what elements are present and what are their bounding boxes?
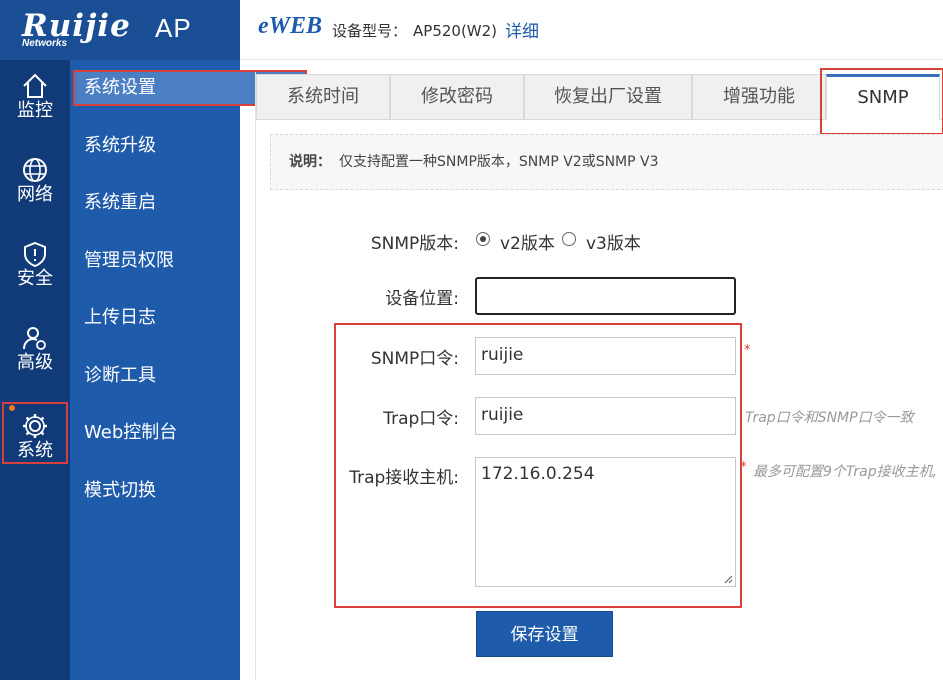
note-label: 说明： bbox=[289, 154, 331, 170]
note-text: 仅支持配置一种SNMP版本，SNMP V2或SNMP V3 bbox=[339, 154, 659, 170]
brand-logo-bar: Ruijie Networks AP bbox=[0, 0, 240, 60]
system-gear-icon bbox=[23, 414, 47, 438]
notification-dot bbox=[9, 405, 15, 411]
device-model: 设备型号： AP520(W2) bbox=[332, 20, 497, 41]
save-settings-button[interactable]: 保存设置 bbox=[476, 611, 613, 657]
product-name: AP bbox=[155, 13, 192, 43]
subnav-item-system-reboot[interactable]: 系统重启 bbox=[84, 185, 234, 221]
trap-host-label: Trap接收主机: bbox=[349, 468, 459, 488]
resize-handle-icon[interactable] bbox=[723, 574, 733, 584]
required-mark: * bbox=[744, 343, 751, 358]
snmp-community-label: SNMP口令: bbox=[370, 349, 459, 369]
radio-snmp-v2[interactable] bbox=[476, 232, 490, 246]
networks-logo-text: Networks bbox=[22, 38, 68, 49]
monitor-home-icon bbox=[23, 73, 47, 98]
subnav-item-diagnostic-tools[interactable]: 诊断工具 bbox=[84, 358, 234, 394]
advanced-user-icon bbox=[23, 327, 46, 350]
trap-host-value: 172.16.0.254 bbox=[481, 464, 595, 484]
nav-item-network[interactable]: 网络 bbox=[0, 148, 70, 210]
nav-item-system[interactable]: 系统 bbox=[2, 402, 68, 464]
nav-item-label: 系统 bbox=[17, 440, 53, 461]
nav-item-label: 高级 bbox=[17, 352, 53, 373]
device-location-input[interactable] bbox=[475, 277, 736, 315]
detail-link[interactable]: 详细 bbox=[505, 17, 539, 42]
tab-snmp[interactable]: SNMP bbox=[826, 74, 940, 120]
snmp-community-input[interactable]: ruijie bbox=[475, 337, 736, 375]
device-model-label: 设备型号： bbox=[332, 22, 408, 40]
subnav-item-web-console[interactable]: Web控制台 bbox=[84, 415, 234, 451]
tab-factory-reset[interactable]: 恢复出厂设置 bbox=[524, 74, 692, 120]
subnav-item-system-upgrade[interactable]: 系统升级 bbox=[84, 128, 234, 164]
subnav-item-admin-permission[interactable]: 管理员权限 bbox=[84, 243, 234, 279]
nav-item-label: 网络 bbox=[17, 184, 53, 205]
radio-snmp-v3-label[interactable]: v3版本 bbox=[586, 229, 641, 254]
nav-item-advanced[interactable]: 高级 bbox=[0, 316, 70, 378]
nav-item-security[interactable]: 安全 bbox=[0, 232, 70, 294]
eweb-logo: eWEB bbox=[258, 13, 323, 39]
tab-bar: 系统时间 修改密码 恢复出厂设置 增强功能 SNMP bbox=[256, 68, 943, 135]
trap-community-hint: Trap口令和SNMP口令一致 bbox=[745, 410, 914, 426]
subnav-item-upload-log[interactable]: 上传日志 bbox=[84, 300, 234, 336]
radio-snmp-v2-label[interactable]: v2版本 bbox=[500, 229, 555, 254]
info-note: 说明： 仅支持配置一种SNMP版本，SNMP V2或SNMP V3 bbox=[270, 134, 943, 190]
radio-snmp-v3[interactable] bbox=[562, 232, 576, 246]
secondary-nav: 系统设置 系统升级 系统重启 管理员权限 上传日志 诊断工具 Web控制台 模式… bbox=[70, 60, 307, 680]
top-header: eWEB 设备型号： AP520(W2) 详细 bbox=[240, 0, 943, 60]
tab-system-time[interactable]: 系统时间 bbox=[256, 74, 390, 120]
snmp-version-label: SNMP版本: bbox=[370, 234, 459, 254]
main-content: 系统时间 修改密码 恢复出厂设置 增强功能 SNMP 说明： 仅支持配置一种SNM… bbox=[255, 68, 943, 680]
trap-community-label: Trap口令: bbox=[383, 409, 459, 429]
nav-item-label: 安全 bbox=[17, 268, 53, 289]
network-globe-icon bbox=[23, 158, 47, 182]
nav-item-label: 监控 bbox=[17, 100, 53, 121]
tab-change-password[interactable]: 修改密码 bbox=[390, 74, 524, 120]
primary-nav: 监控 网络 安全 高级 系统 bbox=[0, 60, 70, 680]
trap-host-textarea[interactable]: 172.16.0.254 bbox=[475, 457, 736, 587]
device-location-label: 设备位置: bbox=[385, 289, 459, 309]
required-mark: * bbox=[740, 460, 747, 475]
subnav-item-mode-switch[interactable]: 模式切换 bbox=[84, 473, 234, 509]
nav-item-monitor[interactable]: 监控 bbox=[0, 64, 70, 126]
security-shield-icon bbox=[24, 241, 46, 268]
trap-community-input[interactable]: ruijie bbox=[475, 397, 736, 435]
device-model-value: AP520(W2) bbox=[413, 22, 498, 40]
tab-enhanced-features[interactable]: 增强功能 bbox=[692, 74, 826, 120]
trap-host-hint: 最多可配置9个Trap接收主机, bbox=[753, 464, 938, 480]
